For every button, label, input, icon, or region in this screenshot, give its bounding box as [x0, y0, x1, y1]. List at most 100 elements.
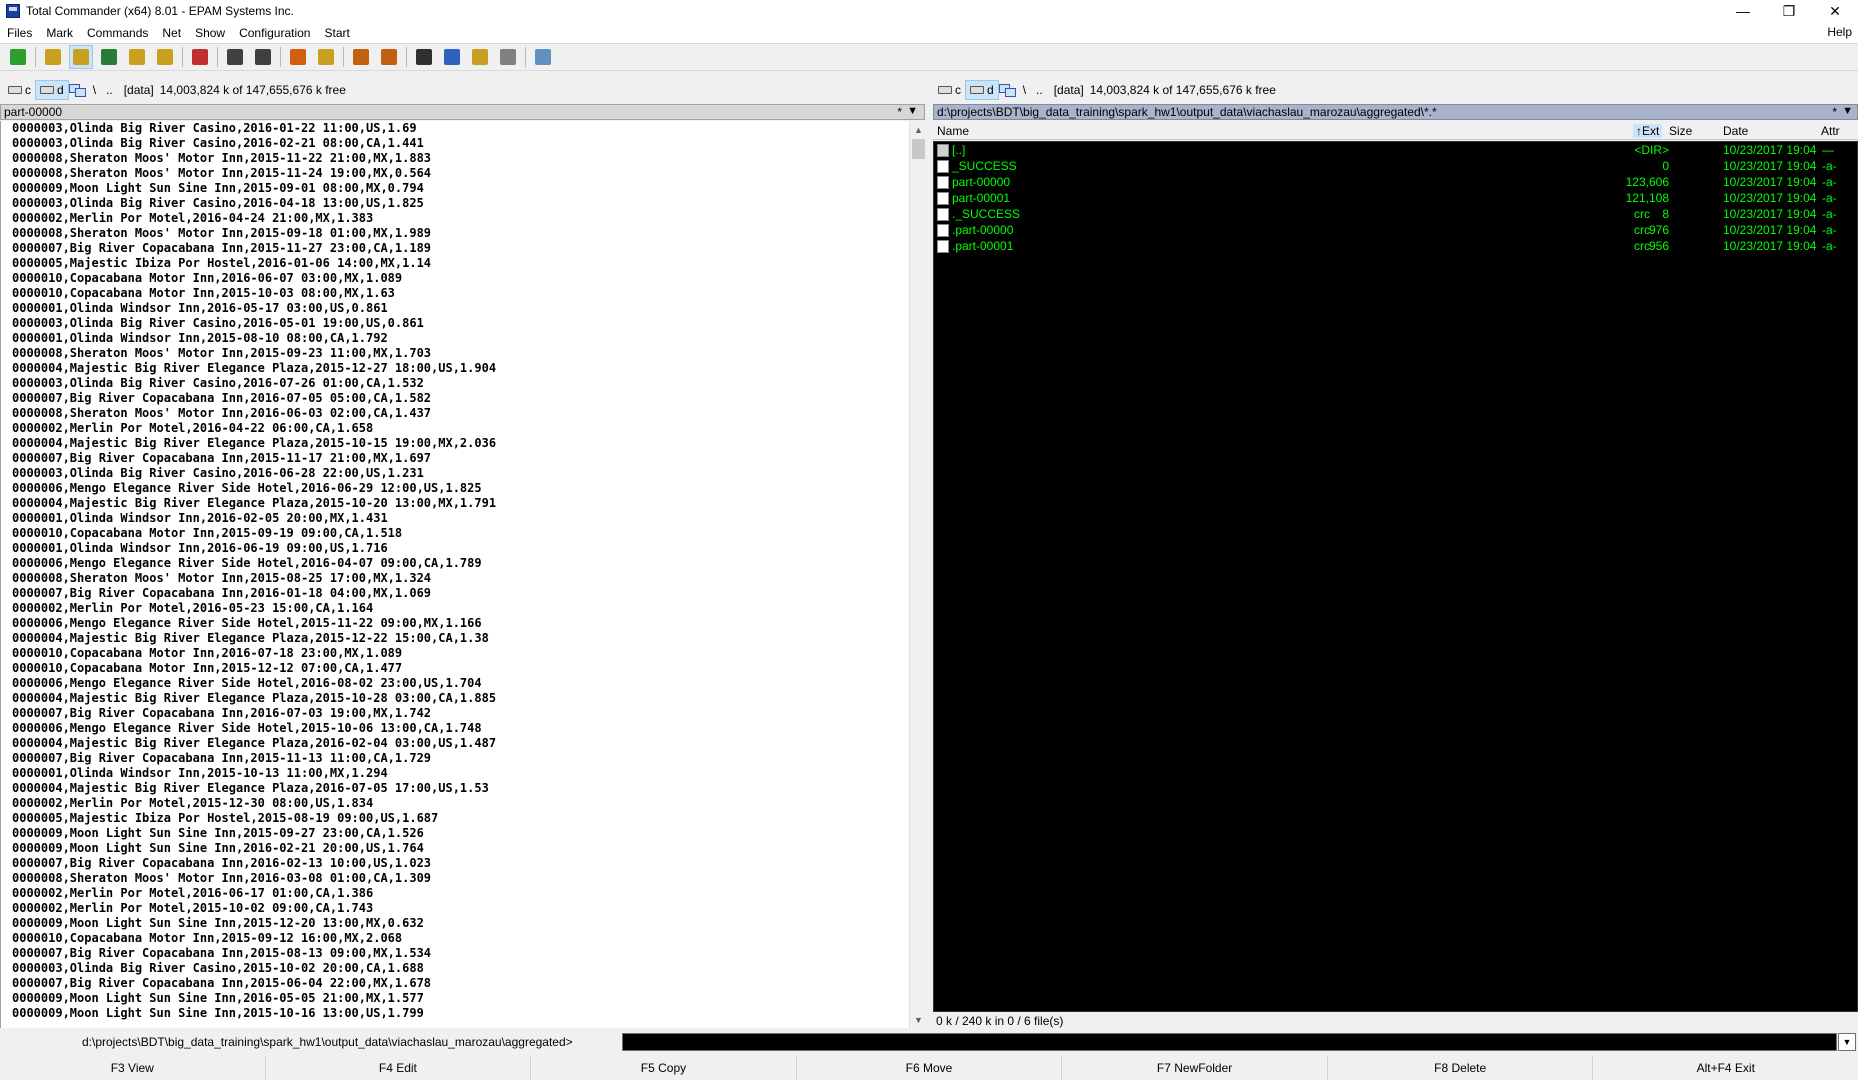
left-path-bar[interactable]: part-00000 * ▼	[0, 104, 925, 120]
file-row[interactable]: part-00000 123,606 10/23/2017 19:04 -a-	[934, 174, 1857, 190]
right-history-dropdown[interactable]: ▼	[1842, 105, 1853, 117]
f8-delete-button[interactable]: F8 Delete	[1328, 1056, 1594, 1080]
toolbar-separator	[525, 47, 526, 67]
file-ext: crc	[1634, 207, 1650, 221]
file-date: 10/23/2017 19:04	[1723, 159, 1817, 173]
f3-view-button[interactable]: F3 View	[0, 1056, 266, 1080]
column-name[interactable]: Name	[937, 124, 969, 138]
text-lister[interactable]: 0000003,Olinda Big River Casino,2016-01-…	[0, 121, 909, 1028]
file-attr: —	[1822, 143, 1834, 157]
menu-start[interactable]: Start	[317, 26, 356, 40]
lister-line: 0000001,Olinda Windsor Inn,2015-08-10 08…	[12, 331, 388, 345]
notepad-button[interactable]	[531, 45, 555, 69]
left-filter-star[interactable]: *	[897, 105, 902, 119]
file-size: 121,108	[1625, 191, 1669, 205]
left-drive-d-button[interactable]: d	[35, 80, 69, 100]
full-view-button[interactable]	[69, 45, 93, 69]
lister-line: 0000008,Sheraton Moos' Motor Inn,2015-09…	[12, 226, 432, 240]
restore-button[interactable]: ❐	[1766, 0, 1812, 22]
lister-scrollbar[interactable]: ▲ ▼	[909, 121, 926, 1028]
menu-net[interactable]: Net	[155, 26, 188, 40]
lister-line: 0000001,Olinda Windsor Inn,2016-06-19 09…	[12, 541, 388, 555]
column-headers: Name ↑Ext Size Date Attr	[933, 122, 1858, 140]
command-input[interactable]	[622, 1033, 1837, 1051]
url-connect-button[interactable]	[377, 45, 401, 69]
file-row[interactable]: [..] <DIR> 10/23/2017 19:04 —	[934, 142, 1857, 158]
ftp-connect-button[interactable]	[349, 45, 373, 69]
scroll-up-icon[interactable]: ▲	[914, 125, 923, 135]
sync-compare-button[interactable]	[496, 45, 520, 69]
sync-dirs-icon	[472, 49, 488, 65]
column-size[interactable]: Size	[1669, 124, 1692, 138]
right-root-button[interactable]: \	[1018, 83, 1031, 97]
lister-line: 0000008,Sheraton Moos' Motor Inn,2015-09…	[12, 346, 432, 360]
unpack-button[interactable]	[314, 45, 338, 69]
column-ext[interactable]: ↑Ext	[1633, 124, 1663, 138]
left-volume-label: [data]	[123, 83, 154, 97]
tree-icon	[129, 49, 145, 65]
right-drive-c-button[interactable]: c	[934, 80, 965, 100]
lister-line: 0000006,Mengo Elegance River Side Hotel,…	[12, 616, 482, 630]
left-root-button[interactable]: \	[88, 83, 101, 97]
thumbnails-button[interactable]	[97, 45, 121, 69]
sync-compare-icon	[500, 49, 516, 65]
file-row[interactable]: _SUCCESS 0 10/23/2017 19:04 -a-	[934, 158, 1857, 174]
right-path-bar[interactable]: d:\projects\BDT\big_data_training\spark_…	[933, 104, 1858, 120]
alt-f4-exit-button[interactable]: Alt+F4 Exit	[1593, 1056, 1858, 1080]
network-icon[interactable]	[68, 84, 86, 97]
multi-rename-button[interactable]	[440, 45, 464, 69]
refresh-button[interactable]	[6, 45, 30, 69]
network-icon[interactable]	[998, 84, 1016, 97]
forward-button[interactable]	[251, 45, 275, 69]
drive-icon	[970, 86, 984, 94]
lister-line: 0000003,Olinda Big River Casino,2016-07-…	[12, 376, 424, 390]
file-list[interactable]: [..] <DIR> 10/23/2017 19:04 — _SUCCESS 0 10/23…	[933, 141, 1858, 1012]
file-row[interactable]: part-00001 121,108 10/23/2017 19:04 -a-	[934, 190, 1857, 206]
scrollbar-thumb[interactable]	[912, 139, 925, 159]
left-history-dropdown[interactable]: ▼	[907, 105, 918, 117]
left-up-button[interactable]: ..	[101, 83, 118, 97]
file-size: 8	[1662, 207, 1669, 221]
menu-files[interactable]: Files	[0, 26, 39, 40]
file-date: 10/23/2017 19:04	[1723, 191, 1817, 205]
multi-rename-icon	[444, 49, 460, 65]
command-history-chevron-icon[interactable]: ▼	[1838, 1033, 1856, 1051]
compare-button[interactable]	[188, 45, 212, 69]
file-size: 123,606	[1625, 175, 1669, 189]
f6-move-button[interactable]: F6 Move	[797, 1056, 1063, 1080]
menu-help[interactable]: Help	[1827, 25, 1852, 39]
scroll-down-icon[interactable]: ▼	[914, 1015, 923, 1025]
right-up-button[interactable]: ..	[1031, 83, 1048, 97]
f5-copy-button[interactable]: F5 Copy	[531, 1056, 797, 1080]
left-drive-c-button[interactable]: c	[4, 80, 35, 100]
lister-line: 0000008,Sheraton Moos' Motor Inn,2016-06…	[12, 406, 432, 420]
tree-button[interactable]	[125, 45, 149, 69]
minimize-button[interactable]: —	[1720, 0, 1766, 22]
back-button[interactable]	[223, 45, 247, 69]
menu-show[interactable]: Show	[188, 26, 232, 40]
invert-selection-button[interactable]	[153, 45, 177, 69]
menu-configuration[interactable]: Configuration	[232, 26, 317, 40]
forward-icon	[255, 49, 271, 65]
file-row[interactable]: .part-00001 crc 956 10/23/2017 19:04 -a-	[934, 238, 1857, 254]
search-button[interactable]	[412, 45, 436, 69]
file-icon	[937, 224, 949, 237]
column-date[interactable]: Date	[1723, 124, 1748, 138]
file-row[interactable]: .part-00000 crc 976 10/23/2017 19:04 -a-	[934, 222, 1857, 238]
brief-view-button[interactable]	[41, 45, 65, 69]
pack-button[interactable]	[286, 45, 310, 69]
menu-mark[interactable]: Mark	[39, 26, 80, 40]
right-filter-star[interactable]: *	[1832, 105, 1837, 119]
menu-commands[interactable]: Commands	[80, 26, 155, 40]
file-icon	[937, 176, 949, 189]
lister-line: 0000002,Merlin Por Motel,2016-05-23 15:0…	[12, 601, 374, 615]
lister-line: 0000003,Olinda Big River Casino,2016-02-…	[12, 136, 424, 150]
right-drive-d-button[interactable]: d	[965, 80, 999, 100]
f7-newfolder-button[interactable]: F7 NewFolder	[1062, 1056, 1328, 1080]
sync-dirs-button[interactable]	[468, 45, 492, 69]
close-button[interactable]: ✕	[1812, 0, 1858, 22]
column-attr[interactable]: Attr	[1821, 124, 1840, 138]
f4-edit-button[interactable]: F4 Edit	[266, 1056, 532, 1080]
toolbar-separator	[35, 47, 36, 67]
file-row[interactable]: ._SUCCESS crc 8 10/23/2017 19:04 -a-	[934, 206, 1857, 222]
